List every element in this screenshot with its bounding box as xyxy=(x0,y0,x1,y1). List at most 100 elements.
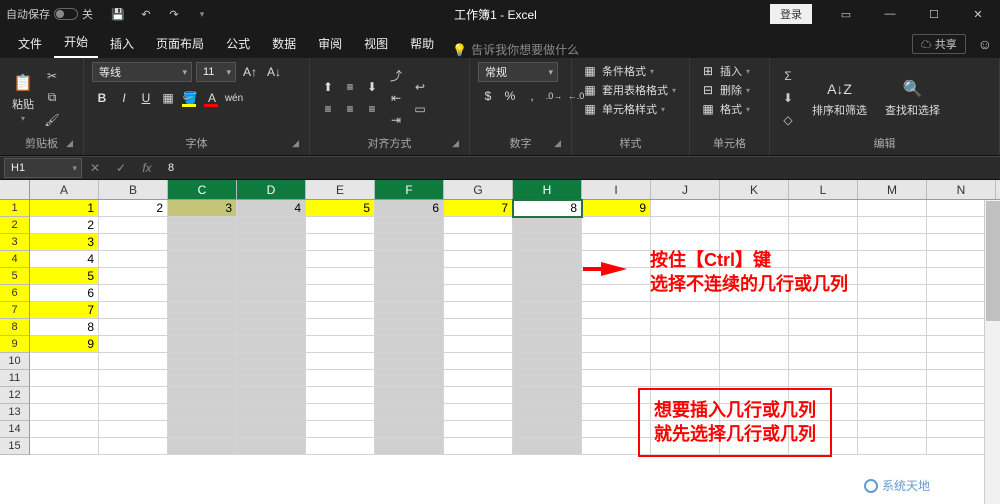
cell[interactable]: 1 xyxy=(30,200,99,217)
cell[interactable] xyxy=(651,438,720,455)
cell[interactable] xyxy=(858,285,927,302)
cell[interactable] xyxy=(168,217,237,234)
row-header[interactable]: 5 xyxy=(0,268,30,285)
cell[interactable] xyxy=(306,251,375,268)
cell[interactable] xyxy=(168,234,237,251)
select-all-corner[interactable] xyxy=(0,180,30,199)
cell[interactable] xyxy=(375,302,444,319)
phonetic-icon[interactable]: wén xyxy=(224,88,244,108)
cell[interactable]: 8 xyxy=(30,319,99,336)
col-header-E[interactable]: E xyxy=(306,180,375,199)
cell[interactable] xyxy=(858,370,927,387)
row-header[interactable]: 10 xyxy=(0,353,30,370)
smiley-icon[interactable]: ☺ xyxy=(978,36,992,52)
wrap-text-icon[interactable]: ↩ xyxy=(410,77,430,97)
cell[interactable] xyxy=(444,404,513,421)
cell[interactable] xyxy=(789,268,858,285)
cell[interactable] xyxy=(789,217,858,234)
font-color-icon[interactable]: A xyxy=(202,88,222,108)
cell[interactable] xyxy=(99,421,168,438)
cell[interactable] xyxy=(444,353,513,370)
cell[interactable] xyxy=(237,234,306,251)
cell[interactable] xyxy=(513,404,582,421)
cell[interactable] xyxy=(513,387,582,404)
cell[interactable] xyxy=(237,404,306,421)
ribbon-options-icon[interactable]: ▭ xyxy=(824,0,868,28)
cell[interactable] xyxy=(720,421,789,438)
comma-icon[interactable]: , xyxy=(522,86,542,106)
cell[interactable] xyxy=(720,438,789,455)
autosum-icon[interactable]: Σ xyxy=(778,66,798,86)
row-header[interactable]: 9 xyxy=(0,336,30,353)
maximize-icon[interactable]: ☐ xyxy=(912,0,956,28)
font-launcher-icon[interactable]: ◢ xyxy=(292,138,299,149)
cell[interactable] xyxy=(858,387,927,404)
cell[interactable] xyxy=(651,302,720,319)
number-launcher-icon[interactable]: ◢ xyxy=(554,138,561,149)
orientation-icon[interactable]: ⤴ xyxy=(386,66,406,86)
decrease-indent-icon[interactable]: ⇤ xyxy=(386,88,406,108)
cell[interactable] xyxy=(99,438,168,455)
cell[interactable] xyxy=(375,387,444,404)
cell[interactable] xyxy=(168,421,237,438)
cell[interactable] xyxy=(306,421,375,438)
cell[interactable] xyxy=(375,319,444,336)
insert-cells[interactable]: ⊞插入▾ xyxy=(698,62,761,80)
clipboard-launcher-icon[interactable]: ◢ xyxy=(66,138,73,149)
cell[interactable]: 3 xyxy=(30,234,99,251)
cell[interactable] xyxy=(306,353,375,370)
number-format-combo[interactable]: 常规 xyxy=(478,62,558,82)
cell[interactable] xyxy=(168,387,237,404)
cell[interactable] xyxy=(306,217,375,234)
cell[interactable] xyxy=(237,387,306,404)
cell[interactable] xyxy=(99,302,168,319)
cell[interactable] xyxy=(582,234,651,251)
format-cells[interactable]: ▦格式▾ xyxy=(698,100,761,118)
close-icon[interactable]: ✕ xyxy=(956,0,1000,28)
cell[interactable]: 4 xyxy=(30,251,99,268)
cell[interactable]: 5 xyxy=(30,268,99,285)
cell[interactable] xyxy=(720,217,789,234)
copy-icon[interactable]: ⧉ xyxy=(42,88,62,108)
cell[interactable] xyxy=(444,217,513,234)
tab-formulas[interactable]: 公式 xyxy=(216,29,260,58)
increase-font-icon[interactable]: A↑ xyxy=(240,62,260,82)
align-top-icon[interactable]: ⬆ xyxy=(318,77,338,97)
cell[interactable] xyxy=(582,387,651,404)
row-header[interactable]: 7 xyxy=(0,302,30,319)
cell[interactable] xyxy=(306,285,375,302)
row-header[interactable]: 15 xyxy=(0,438,30,455)
cell[interactable] xyxy=(789,438,858,455)
cell[interactable] xyxy=(375,251,444,268)
cell[interactable] xyxy=(99,268,168,285)
align-left-icon[interactable]: ≡ xyxy=(318,99,338,119)
cell[interactable] xyxy=(237,336,306,353)
cell[interactable] xyxy=(306,319,375,336)
cell[interactable] xyxy=(858,302,927,319)
row-header[interactable]: 8 xyxy=(0,319,30,336)
currency-icon[interactable]: $ xyxy=(478,86,498,106)
tab-file[interactable]: 文件 xyxy=(8,29,52,58)
cell[interactable] xyxy=(375,217,444,234)
cell[interactable] xyxy=(237,302,306,319)
cell[interactable]: 4 xyxy=(237,200,306,217)
cell[interactable] xyxy=(720,251,789,268)
cell[interactable] xyxy=(720,387,789,404)
align-bottom-icon[interactable]: ⬇ xyxy=(362,77,382,97)
cell[interactable]: 2 xyxy=(30,217,99,234)
cell[interactable] xyxy=(444,319,513,336)
cell[interactable] xyxy=(513,217,582,234)
cell[interactable] xyxy=(582,404,651,421)
cell[interactable] xyxy=(858,234,927,251)
cell[interactable] xyxy=(651,319,720,336)
fx-icon[interactable]: fx xyxy=(134,161,160,175)
cell[interactable] xyxy=(651,234,720,251)
cell[interactable] xyxy=(858,404,927,421)
cell[interactable] xyxy=(513,353,582,370)
cell[interactable] xyxy=(168,319,237,336)
cell[interactable] xyxy=(444,438,513,455)
merge-center-icon[interactable]: ▭ xyxy=(410,99,430,119)
cell[interactable] xyxy=(858,353,927,370)
cell[interactable] xyxy=(168,302,237,319)
cell[interactable] xyxy=(858,421,927,438)
